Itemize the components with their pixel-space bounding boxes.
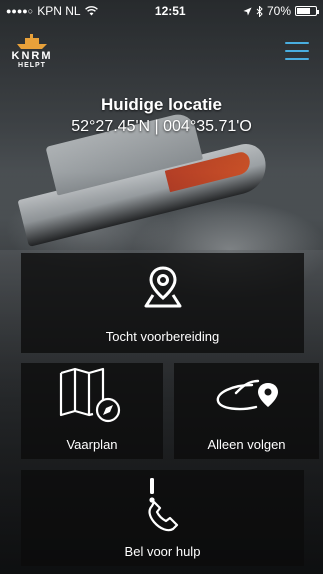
alleen-volgen-label: Alleen volgen [207, 437, 286, 452]
location-arrow-icon [243, 6, 252, 16]
tocht-voorbereiding-label: Tocht voorbereiding [105, 329, 220, 344]
bel-voor-hulp-label: Bel voor hulp [124, 544, 201, 559]
wifi-icon [84, 6, 98, 16]
logo-subtitle: HELPT [18, 62, 46, 69]
carrier-name: KPN NL [37, 4, 81, 18]
folded-map-compass-icon [59, 367, 121, 423]
current-location: Huidige locatie 52°27.45'N | 004°35.71'O [0, 95, 323, 136]
vaarplan-label: Vaarplan [66, 437, 118, 452]
hamburger-menu-icon[interactable] [285, 42, 309, 60]
orbit-pin-icon [216, 379, 278, 411]
battery-percent: 70% [266, 4, 291, 18]
phone-alert-icon [148, 478, 179, 532]
location-coordinates: 52°27.45'N | 004°35.71'O [71, 118, 252, 135]
knrm-logo: KNRM HELPT [10, 34, 54, 70]
clock: 12:51 [154, 4, 186, 18]
signal-dots-icon: ●●●●○ [6, 6, 34, 16]
bluetooth-icon [256, 5, 263, 17]
status-bar: ●●●●○ KPN NL 12:51 70% [0, 0, 323, 22]
vaarplan-button[interactable]: Vaarplan [21, 363, 163, 459]
rescue-boat-icon [17, 34, 47, 49]
battery-icon [295, 6, 319, 16]
alleen-volgen-button[interactable]: Alleen volgen [174, 363, 319, 459]
tocht-voorbereiding-button[interactable]: Tocht voorbereiding [21, 253, 304, 353]
logo-brand: KNRM [11, 50, 53, 62]
bel-voor-hulp-button[interactable]: Bel voor hulp [21, 470, 304, 566]
location-title: Huidige locatie [101, 95, 222, 114]
map-pin-icon [144, 266, 182, 308]
